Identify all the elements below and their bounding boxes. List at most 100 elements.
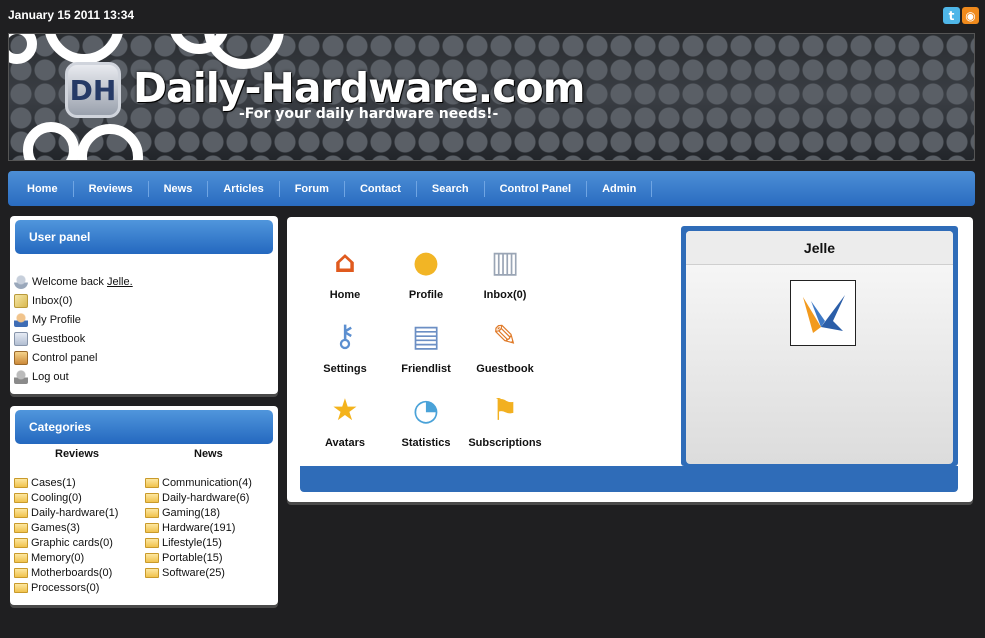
nav-admin[interactable]: Admin <box>587 180 653 197</box>
control-panel-icon <box>14 350 28 365</box>
folder-icon <box>145 507 159 518</box>
category-item[interactable]: Cooling(0) <box>14 490 118 505</box>
category-item[interactable]: Games(3) <box>14 520 118 535</box>
category-label[interactable]: Cooling(0) <box>31 492 82 504</box>
category-label[interactable]: Games(3) <box>31 522 80 534</box>
tile-label[interactable]: Settings <box>323 363 366 375</box>
user-menu-label[interactable]: Control panel <box>32 352 97 364</box>
profile-icon: ● <box>412 245 440 280</box>
category-item[interactable]: Processors(0) <box>14 580 118 595</box>
friendlist-icon: ▤ <box>411 319 441 354</box>
tile-settings[interactable]: ⚷ Settings <box>305 319 385 375</box>
tile-friendlist[interactable]: ▤ Friendlist <box>386 319 466 375</box>
category-label[interactable]: Memory(0) <box>31 552 84 564</box>
category-label[interactable]: Software(25) <box>162 567 225 579</box>
category-label[interactable]: Daily-hardware(1) <box>31 507 118 519</box>
category-label[interactable]: Hardware(191) <box>162 522 235 534</box>
rss-icon[interactable]: ◉ <box>962 7 979 24</box>
category-item[interactable]: Daily-hardware(6) <box>145 490 252 505</box>
tile-inbox[interactable]: ▥ Inbox(0) <box>465 245 545 301</box>
mail-icon <box>14 293 28 308</box>
category-item[interactable]: Lifestyle(15) <box>145 535 252 550</box>
tile-profile[interactable]: ● Profile <box>386 245 466 301</box>
nav-search[interactable]: Search <box>417 180 485 197</box>
profile-name: Jelle <box>686 231 953 265</box>
tile-label[interactable]: Home <box>330 289 361 301</box>
nav-reviews[interactable]: Reviews <box>74 180 149 197</box>
folder-icon <box>145 552 159 563</box>
tile-subscriptions[interactable]: ⚑ Subscriptions <box>459 393 551 449</box>
category-label[interactable]: Gaming(18) <box>162 507 220 519</box>
category-item[interactable]: Communication(4) <box>145 475 252 490</box>
nav-contact[interactable]: Contact <box>345 180 417 197</box>
nav-forum[interactable]: Forum <box>280 180 345 197</box>
folder-icon <box>14 522 28 533</box>
tile-label[interactable]: Profile <box>409 289 443 301</box>
categories-panel: Categories Reviews News Cases(1) Cooling… <box>10 406 278 605</box>
category-label[interactable]: Communication(4) <box>162 477 252 489</box>
profile-icon <box>14 312 28 327</box>
decorative-ring <box>77 124 143 160</box>
user-menu-label[interactable]: My Profile <box>32 314 81 326</box>
category-item[interactable]: Cases(1) <box>14 475 118 490</box>
nav-home[interactable]: Home <box>12 180 74 197</box>
tile-label[interactable]: Inbox(0) <box>484 289 527 301</box>
user-menu-label[interactable]: Guestbook <box>32 333 85 345</box>
folder-icon <box>145 492 159 503</box>
tile-guestbook[interactable]: ✎ Guestbook <box>465 319 545 375</box>
main-nav: Home Reviews News Articles Forum Contact… <box>8 171 975 206</box>
username-link[interactable]: Jelle. <box>107 276 133 288</box>
tile-label[interactable]: Avatars <box>325 437 365 449</box>
nav-news[interactable]: News <box>149 180 209 197</box>
category-item[interactable]: Gaming(18) <box>145 505 252 520</box>
folder-icon <box>145 477 159 488</box>
category-label[interactable]: Lifestyle(15) <box>162 537 222 549</box>
site-banner[interactable]: DH Daily-Hardware.com -For your daily ha… <box>8 33 975 161</box>
tile-label[interactable]: Guestbook <box>476 363 533 375</box>
user-panel-title: User panel <box>15 220 273 254</box>
tile-statistics[interactable]: ◔ Statistics <box>386 393 466 449</box>
category-label[interactable]: Daily-hardware(6) <box>162 492 249 504</box>
category-label[interactable]: Cases(1) <box>31 477 76 489</box>
decorative-ring <box>9 34 37 64</box>
pie-chart-icon: ◔ <box>412 393 440 428</box>
user-menu-control-panel[interactable]: Control panel <box>14 348 133 367</box>
category-item[interactable]: Daily-hardware(1) <box>14 505 118 520</box>
site-logo[interactable]: DH <box>65 62 121 118</box>
category-item[interactable]: Portable(15) <box>145 550 252 565</box>
user-menu-label[interactable]: Inbox(0) <box>32 295 72 307</box>
user-menu: Welcome back Jelle. Inbox(0) My Profile … <box>14 272 133 386</box>
tile-avatars[interactable]: ★ Avatars <box>305 393 385 449</box>
user-menu-inbox[interactable]: Inbox(0) <box>14 291 133 310</box>
category-item[interactable]: Software(25) <box>145 565 252 580</box>
tile-label[interactable]: Subscriptions <box>468 437 541 449</box>
tile-label[interactable]: Friendlist <box>401 363 451 375</box>
reviews-category-list: Cases(1) Cooling(0) Daily-hardware(1) Ga… <box>14 475 118 595</box>
decorative-ring <box>23 122 79 160</box>
category-item[interactable]: Memory(0) <box>14 550 118 565</box>
user-menu-profile[interactable]: My Profile <box>14 310 133 329</box>
avatar[interactable] <box>790 280 856 346</box>
news-column-header: News <box>194 448 223 460</box>
folder-icon <box>14 507 28 518</box>
user-menu-guestbook[interactable]: Guestbook <box>14 329 133 348</box>
category-label[interactable]: Motherboards(0) <box>31 567 112 579</box>
category-item[interactable]: Hardware(191) <box>145 520 252 535</box>
folder-icon <box>145 537 159 548</box>
category-item[interactable]: Graphic cards(0) <box>14 535 118 550</box>
nav-articles[interactable]: Articles <box>208 180 280 197</box>
reviews-column-header: Reviews <box>55 448 100 460</box>
category-item[interactable]: Motherboards(0) <box>14 565 118 580</box>
nav-control-panel[interactable]: Control Panel <box>485 180 588 197</box>
user-menu-label[interactable]: Log out <box>32 371 69 383</box>
guestbook-icon <box>14 331 28 346</box>
main-footer-bar <box>300 466 958 492</box>
folder-icon <box>145 567 159 578</box>
twitter-icon[interactable]: t <box>943 7 960 24</box>
user-menu-logout[interactable]: Log out <box>14 367 133 386</box>
category-label[interactable]: Graphic cards(0) <box>31 537 113 549</box>
category-label[interactable]: Portable(15) <box>162 552 223 564</box>
tile-home[interactable]: ⌂ Home <box>305 245 385 301</box>
tile-label[interactable]: Statistics <box>402 437 451 449</box>
category-label[interactable]: Processors(0) <box>31 582 99 594</box>
